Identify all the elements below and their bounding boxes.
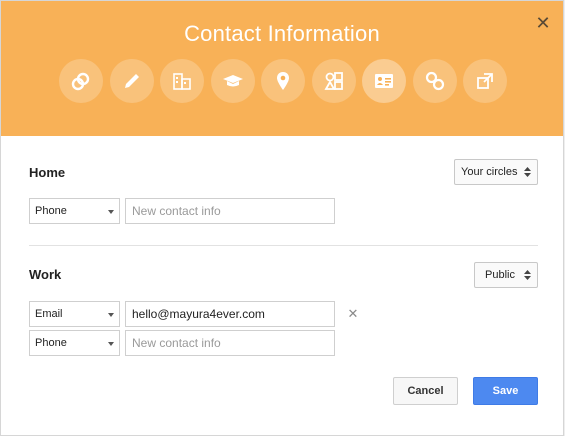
pencil-icon[interactable] [109, 59, 154, 103]
links-circles-icon[interactable] [59, 59, 103, 103]
remove-row-icon[interactable]: ✕ [346, 307, 360, 321]
work-row-1-type-select[interactable]: Email [29, 301, 120, 327]
work-row-2-contact-input[interactable]: New contact info [125, 330, 335, 356]
dropdown-caret-icon [108, 313, 114, 317]
home-visibility-value: Your circles [461, 166, 518, 178]
up-down-arrows-icon [524, 167, 531, 177]
work-row-2-placeholder: New contact info [132, 336, 221, 350]
work-row-2-type-value: Phone [35, 337, 67, 349]
work-visibility-select[interactable]: Public [474, 262, 538, 288]
external-link-icon[interactable] [463, 59, 507, 103]
close-icon[interactable]: ✕ [533, 13, 553, 33]
save-button[interactable]: Save [473, 377, 538, 405]
cancel-button[interactable]: Cancel [393, 377, 458, 405]
home-visibility-select[interactable]: Your circles [454, 159, 538, 185]
category-icon-bar [59, 59, 507, 103]
shapes-icon[interactable] [311, 59, 356, 103]
section-divider [29, 245, 538, 246]
dialog-title: Contact Information [184, 21, 380, 46]
work-visibility-value: Public [485, 269, 515, 281]
dropdown-caret-icon [108, 210, 114, 214]
building-icon[interactable] [160, 59, 204, 103]
home-row-1-contact-input[interactable]: New contact info [125, 198, 335, 224]
up-down-arrows-icon [524, 270, 531, 280]
home-row-1-placeholder: New contact info [132, 204, 221, 218]
chain-link-icon[interactable] [412, 59, 457, 103]
work-row-2-type-select[interactable]: Phone [29, 330, 120, 356]
work-row-1-value: hello@mayura4ever.com [132, 307, 265, 321]
location-pin-icon[interactable] [261, 59, 305, 103]
home-section-label: Home [29, 165, 66, 180]
dialog-header: Contact Information ✕ [1, 1, 563, 136]
work-section-label: Work [29, 267, 62, 282]
work-row-1-type-value: Email [35, 308, 63, 320]
contact-information-dialog: Contact Information ✕ Home Your circles … [0, 0, 564, 436]
work-row-1-contact-input[interactable]: hello@mayura4ever.com [125, 301, 335, 327]
contact-card-icon[interactable] [362, 59, 406, 103]
dropdown-caret-icon [108, 342, 114, 346]
home-row-1-type-select[interactable]: Phone [29, 198, 120, 224]
home-row-1-type-value: Phone [35, 205, 67, 217]
graduation-cap-icon[interactable] [210, 59, 255, 103]
